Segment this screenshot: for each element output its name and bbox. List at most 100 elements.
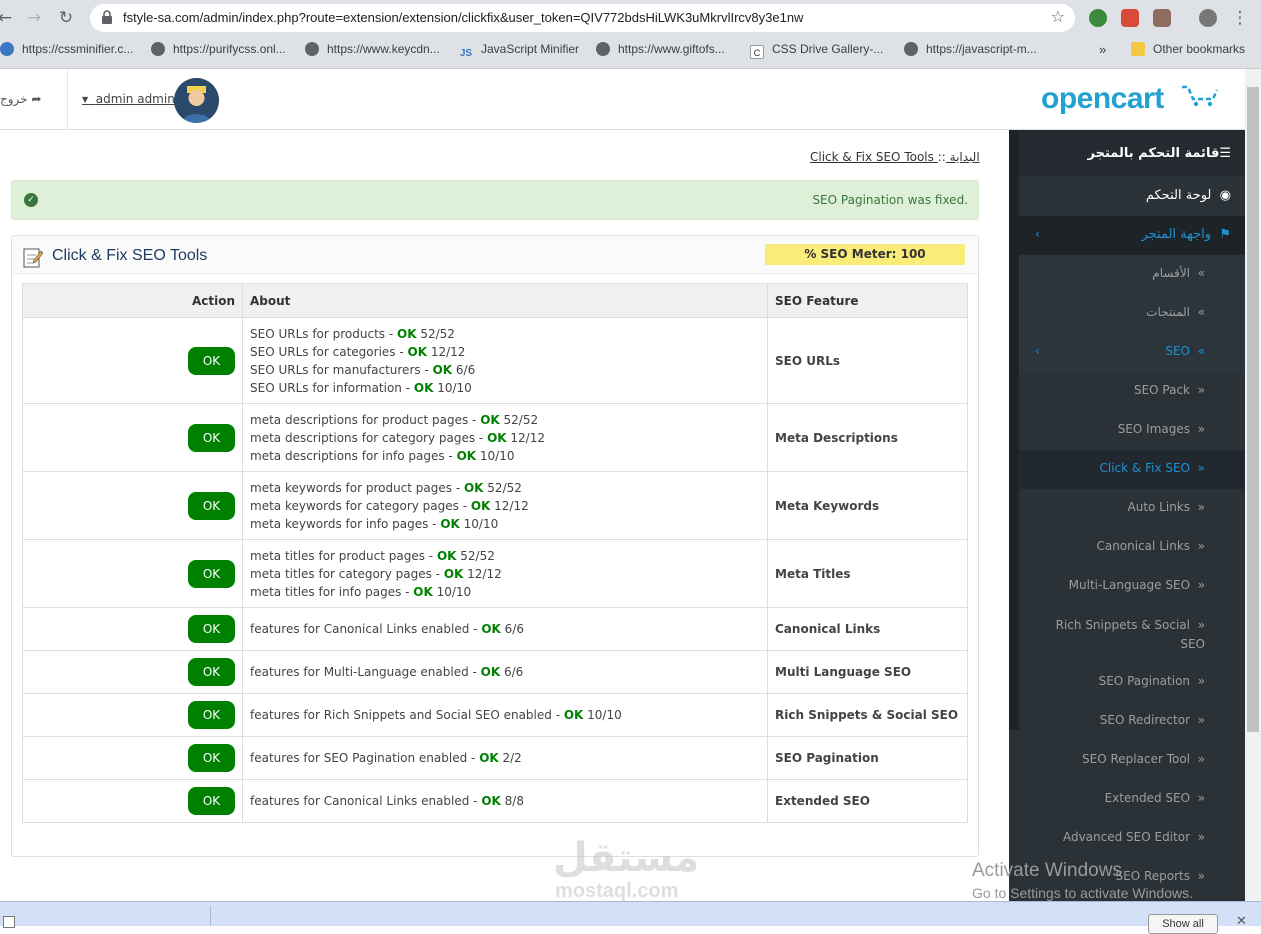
scrollbar-thumb[interactable] xyxy=(1247,87,1259,732)
breadcrumb-home[interactable]: البداية xyxy=(950,150,980,164)
count-text: 52/52 xyxy=(499,412,539,427)
ok-status: OK xyxy=(480,665,501,679)
sidebar-item-extended-seo[interactable]: « Extended SEO xyxy=(1019,780,1245,819)
about-cell: features for Rich Snippets and Social SE… xyxy=(242,693,768,737)
opencart-logo[interactable]: opencart xyxy=(1041,82,1164,116)
breadcrumb-current[interactable]: Click & Fix SEO Tools xyxy=(810,150,934,164)
double-chevron-icon: » xyxy=(1197,266,1205,280)
sidebar-item-label: SEO Reports xyxy=(1115,869,1191,883)
cart-logo-icon xyxy=(1182,85,1219,107)
sidebar-item-seo-pack[interactable]: « SEO Pack xyxy=(1019,372,1245,411)
js-icon: JS xyxy=(459,48,473,59)
table-row: OK SEO URLs for products - OK 52/52 SEO UR… xyxy=(22,317,968,404)
about-cell: meta titles for product pages - OK 52/52… xyxy=(242,539,768,608)
address-bar[interactable]: fstyle-sa.com/admin/index.php?route=exte… xyxy=(90,4,1075,32)
bookmark-item[interactable]: C CSS Drive Gallery-... xyxy=(750,42,883,59)
activate-windows-title: Activate Windows xyxy=(972,860,1122,881)
feature-cell: Multi Language SEO xyxy=(767,650,968,694)
ok-button[interactable]: OK xyxy=(188,744,235,772)
sidebar-title-label: قائمة التحكم بالمتجر xyxy=(1087,146,1220,161)
double-chevron-icon: « xyxy=(1197,461,1205,475)
reload-icon[interactable]: ↻ xyxy=(55,7,77,29)
bookmark-item[interactable]: https://purifycss.onl... xyxy=(151,42,286,56)
sidebar-item-seo-images[interactable]: « SEO Images xyxy=(1019,411,1245,450)
about-text: features for Canonical Links enabled - xyxy=(250,794,482,808)
ok-button[interactable]: OK xyxy=(188,701,235,729)
ok-button[interactable]: OK xyxy=(188,423,235,452)
about-line: features for Canonical Links enabled - O… xyxy=(250,792,760,810)
bookmarks-more-button[interactable]: » xyxy=(1099,42,1106,57)
ok-button[interactable]: OK xyxy=(188,559,235,588)
sidebar-item-label: Rich Snippets & Social SEO xyxy=(1055,618,1205,651)
extension-red-icon[interactable] xyxy=(1121,9,1139,27)
other-bookmarks[interactable]: Other bookmarks xyxy=(1131,42,1245,56)
about-cell: features for Multi-Language enabled - OK… xyxy=(242,650,768,694)
user-menu[interactable]: ▼ admin admin xyxy=(82,92,175,106)
bookmark-item[interactable]: JS JavaScript Minifier xyxy=(459,42,579,61)
globe-icon xyxy=(596,42,610,56)
about-text: features for SEO Pagination enabled - xyxy=(250,751,480,765)
sidebar-title[interactable]: ☰قائمة التحكم بالمتجر xyxy=(1019,130,1245,176)
bookmark-item[interactable]: https://javascript-m... xyxy=(904,42,1037,56)
table-row: OK features for Multi-Language enabled - … xyxy=(22,650,968,694)
extension-brown-icon[interactable] xyxy=(1153,9,1171,27)
sidebar-item-dashboard[interactable]: ◉ لوحة التحكم xyxy=(1019,177,1245,216)
sidebar-item-label: الأقسام xyxy=(1152,266,1191,280)
avatar[interactable] xyxy=(174,78,219,123)
sidebar-item-canonical-links[interactable]: « Canonical Links xyxy=(1019,528,1245,567)
ok-button[interactable]: OK xyxy=(188,615,235,643)
count-text: 10/10 xyxy=(583,708,622,722)
sidebar-item-label: SEO Images xyxy=(1117,422,1191,436)
extension-globe-icon[interactable] xyxy=(1089,9,1107,27)
about-cell: features for SEO Pagination enabled - OK… xyxy=(242,736,768,780)
count-text: 52/52 xyxy=(483,480,522,495)
sidebar-item-advanced-seo-editor[interactable]: « Advanced SEO Editor xyxy=(1019,819,1245,858)
ok-status: OK xyxy=(463,480,484,495)
about-line: meta keywords for category pages - OK 12… xyxy=(250,497,760,515)
ok-button[interactable]: OK xyxy=(188,346,235,375)
about-cell: features for Canonical Links enabled - O… xyxy=(242,779,768,823)
bookmark-star-icon[interactable]: ☆ xyxy=(1051,7,1065,26)
sidebar-item-seo-redirector[interactable]: « SEO Redirector xyxy=(1019,702,1245,741)
ok-button[interactable]: OK xyxy=(188,658,235,686)
sidebar-item-auto-links[interactable]: « Auto Links xyxy=(1019,489,1245,528)
menu-kebab-icon[interactable]: ⋮ xyxy=(1229,7,1251,29)
bookmark-item[interactable]: https://cssminifier.c... xyxy=(0,42,133,56)
about-text: features for Rich Snippets and Social SE… xyxy=(250,708,564,722)
chevron-right-icon: › xyxy=(1035,344,1040,358)
back-icon[interactable]: ← xyxy=(0,7,16,29)
about-text: SEO URLs for manufacturers - xyxy=(250,362,433,377)
logout-link[interactable]: خروج ➦ xyxy=(0,92,41,106)
ok-status: OK xyxy=(413,380,434,395)
css-icon xyxy=(0,42,14,56)
sidebar-item-click-fix-seo[interactable]: « Click & Fix SEO xyxy=(1019,450,1245,489)
show-all-button[interactable]: Show all xyxy=(1148,914,1218,934)
bookmark-item[interactable]: https://www.giftofs... xyxy=(596,42,725,56)
action-cell: OK xyxy=(22,736,243,780)
about-line: SEO URLs for information - OK 10/10 xyxy=(250,379,760,397)
chevron-right-icon: › xyxy=(1035,227,1040,241)
sidebar-item-seo[interactable]: » SEO › xyxy=(1019,333,1245,372)
double-chevron-icon: « xyxy=(1197,500,1205,514)
sidebar-item-label: Canonical Links xyxy=(1096,539,1191,553)
bookmark-item[interactable]: https://www.keycdn... xyxy=(305,42,440,56)
double-chevron-icon: « xyxy=(1197,869,1205,883)
sidebar-item-categories[interactable]: » الأقسام xyxy=(1019,255,1245,294)
ok-button[interactable]: OK xyxy=(188,491,235,520)
extension-key-icon[interactable] xyxy=(1199,9,1217,27)
sidebar-item-seo-pagination[interactable]: « SEO Pagination xyxy=(1019,663,1245,702)
ok-button[interactable]: OK xyxy=(188,787,235,815)
sidebar-item-seo-replacer[interactable]: « SEO Replacer Tool xyxy=(1019,741,1245,780)
about-line: meta descriptions for info pages - OK 10… xyxy=(250,447,760,465)
forward-icon[interactable]: → xyxy=(23,7,45,29)
sidebar-item-store[interactable]: ⚑ واجهة المتجر › xyxy=(1019,216,1245,255)
sidebar-item-products[interactable]: » المنتجات xyxy=(1019,294,1245,333)
feature-cell: SEO Pagination xyxy=(767,736,968,780)
about-text: meta descriptions for product pages - xyxy=(250,412,481,427)
url-text[interactable]: fstyle-sa.com/admin/index.php?route=exte… xyxy=(123,10,803,25)
close-icon[interactable]: ✕ xyxy=(1236,914,1247,929)
watermark-arabic: مستقل xyxy=(553,835,700,881)
sidebar-item-rich-snippets[interactable]: « Rich Snippets & Social SEO xyxy=(1019,606,1245,663)
sidebar-item-multi-language-seo[interactable]: « Multi-Language SEO xyxy=(1019,567,1245,606)
about-text: meta titles for info pages - xyxy=(250,584,414,599)
